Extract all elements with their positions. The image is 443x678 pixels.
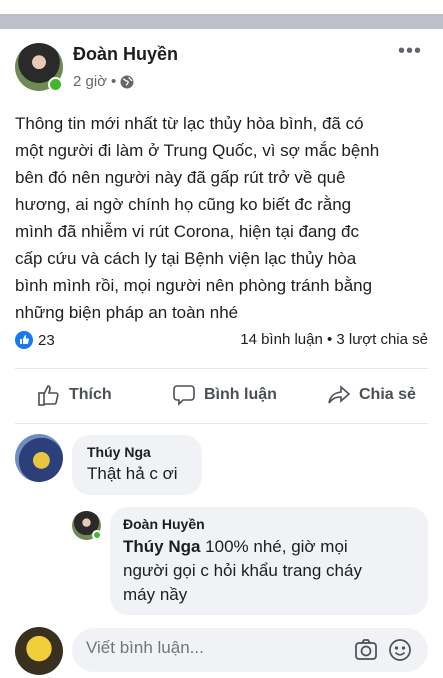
comment-bubble-icon — [173, 385, 195, 406]
reaction-summary[interactable]: 23 — [15, 331, 55, 349]
divider — [15, 423, 428, 424]
engagement-counts: 14 bình luận • 3 lượt chia sẻ — [240, 331, 428, 348]
share-button[interactable]: Chia sẻ — [327, 383, 416, 407]
comment-text: Thật hả c ơi — [87, 464, 178, 483]
comments-count[interactable]: 14 bình luận — [240, 331, 323, 348]
comment-author[interactable]: Thúy Nga — [87, 444, 187, 460]
post-meta: 2 giờ • — [73, 73, 134, 90]
reply-bubble: Đoàn Huyền Thúy Nga 100% nhé, giờ mọi ng… — [110, 507, 428, 615]
emoji-icon[interactable] — [388, 638, 412, 662]
comment-button[interactable]: Bình luận — [172, 383, 277, 407]
like-label: Thích — [69, 386, 112, 403]
like-reaction-icon — [15, 331, 33, 349]
like-count: 23 — [38, 331, 55, 349]
meta-separator: • — [111, 73, 117, 90]
reply-text: Thúy Nga 100% nhé, giờ mọi người gọi c h… — [123, 537, 362, 604]
share-label: Chia sẻ — [359, 386, 416, 403]
divider — [15, 368, 428, 369]
reply-author[interactable]: Đoàn Huyền — [123, 516, 415, 532]
comment-input[interactable] — [86, 638, 336, 658]
post-body-line: hương, ai ngờ chính họ cũng ko biết đc r… — [15, 195, 352, 214]
shares-count[interactable]: 3 lượt chia sẻ — [336, 331, 428, 348]
online-indicator — [92, 530, 102, 540]
post-time[interactable]: 2 giờ — [73, 73, 107, 90]
like-button[interactable]: Thích — [37, 383, 112, 407]
comment-label: Bình luận — [204, 386, 277, 403]
more-options-button[interactable]: ••• — [398, 40, 422, 63]
post-body-line: những biện pháp an toàn nhé — [15, 303, 239, 322]
comment-bubble: Thúy Nga Thật hả c ơi — [72, 435, 202, 495]
post-body-line: bình mình rồi, mọi người nên phòng tránh… — [15, 276, 373, 295]
camera-icon[interactable] — [354, 638, 378, 662]
current-user-avatar — [15, 627, 63, 675]
comment-composer[interactable] — [72, 628, 428, 672]
post-body-line: Thông tin mới nhất từ lạc thủy hòa bình,… — [15, 114, 364, 133]
post-author[interactable]: Đoàn Huyền — [73, 44, 178, 65]
post-body: Thông tin mới nhất từ lạc thủy hòa bình,… — [15, 110, 435, 326]
post-body-line: một người đi làm ở Trung Quốc, vì sợ mắc… — [15, 141, 380, 160]
mention-link[interactable]: Thúy Nga — [123, 537, 200, 556]
globe-icon — [120, 75, 134, 88]
commenter-avatar[interactable] — [15, 434, 63, 482]
top-bar — [0, 14, 443, 29]
post-body-line: mình đã nhiễm vi rút Corona, hiện tại đa… — [15, 222, 359, 241]
share-arrow-icon — [328, 385, 351, 404]
online-indicator — [48, 77, 63, 92]
post-body-line: cấp cứu và cách ly tại Bệnh viện lạc thủ… — [15, 249, 357, 268]
thumbs-up-icon — [38, 385, 59, 406]
post-body-line: bên đó nên người này đã gấp rút trở về q… — [15, 168, 346, 187]
